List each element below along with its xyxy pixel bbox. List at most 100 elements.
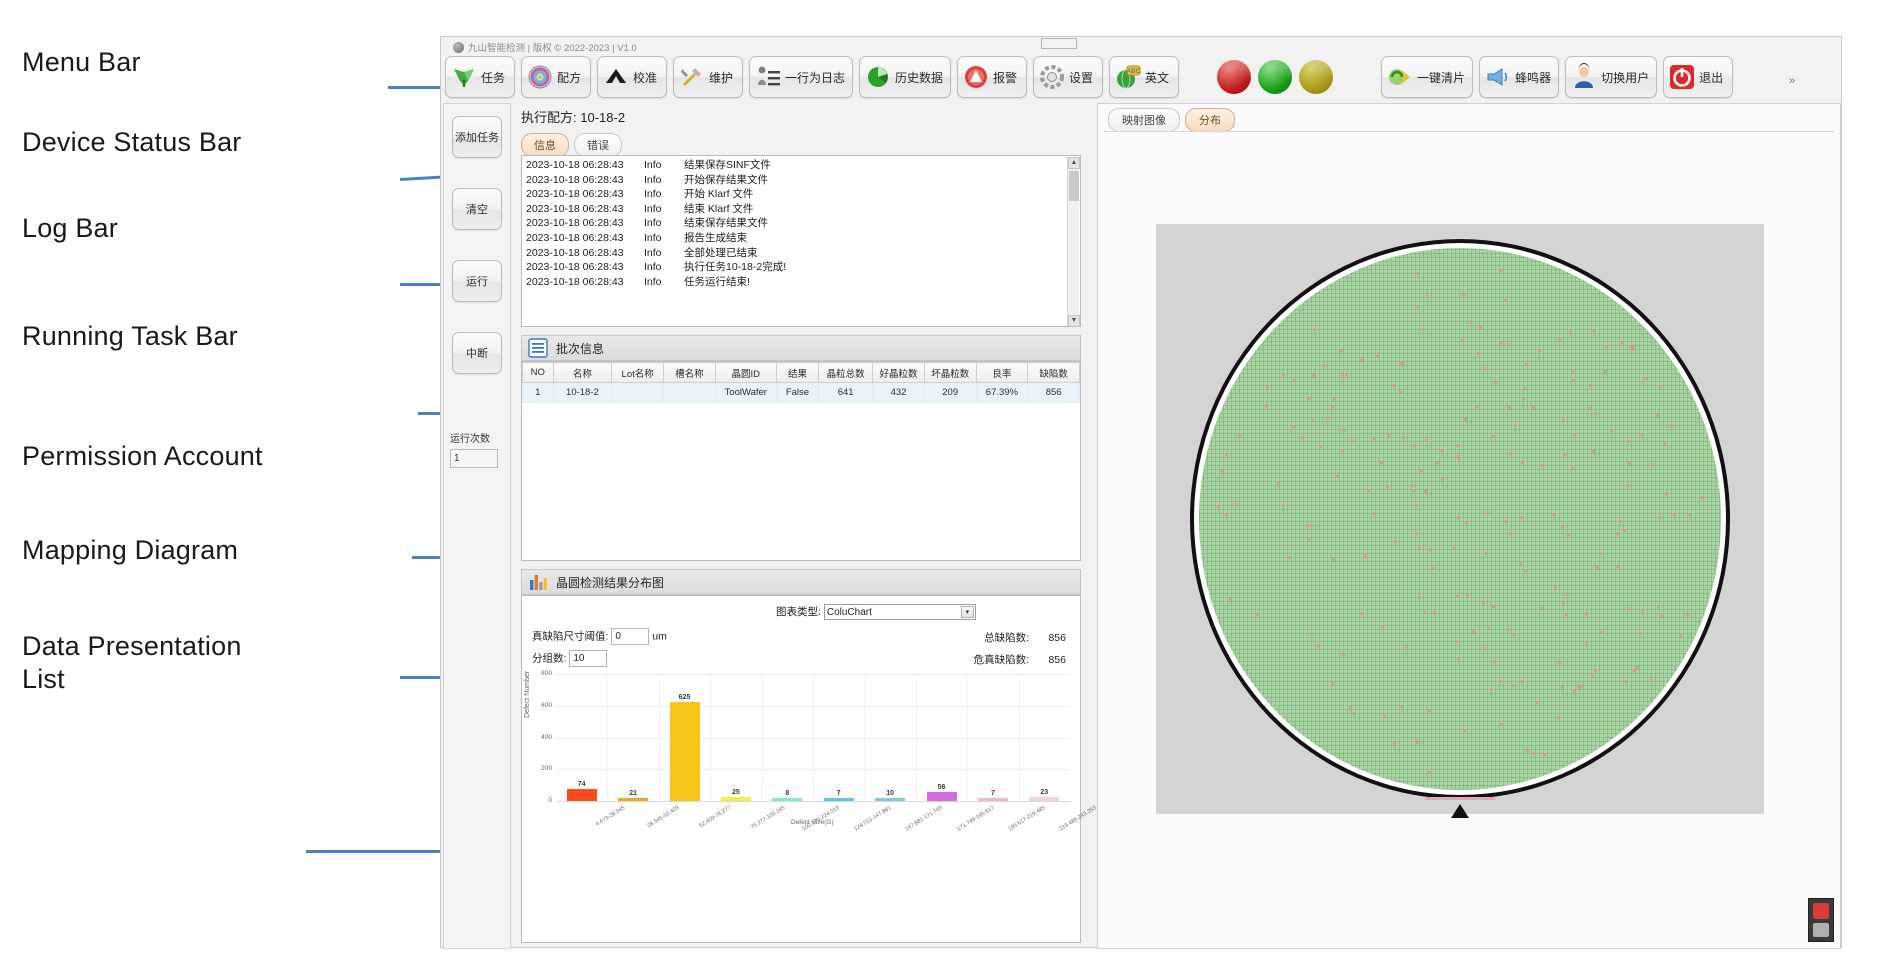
chart-bar[interactable]: 625 xyxy=(669,694,700,801)
interrupt-button[interactable]: 中断 xyxy=(452,332,502,374)
group-count-label: 分组数: xyxy=(532,652,567,665)
real-defects-value: 856 xyxy=(1048,654,1066,666)
device-indicator-widget[interactable] xyxy=(1808,898,1834,942)
status-lamp-yellow[interactable] xyxy=(1299,60,1334,94)
data-presentation-list[interactable]: NO 名称 Lot名称 槽名称 晶圆ID 结果 晶粒总数 好晶粒数 坏晶粒数 良率 缺陷数 1 10-… xyxy=(521,361,1081,561)
status-lamp-green[interactable] xyxy=(1258,60,1293,94)
chart-bar[interactable]: 23 xyxy=(1029,789,1060,801)
tab-error[interactable]: 错误 xyxy=(574,133,622,157)
wafer-defect-point xyxy=(1484,552,1488,556)
wafer-defect-point xyxy=(1659,614,1663,618)
threshold-input[interactable] xyxy=(611,628,650,645)
toolbar-button-behavior-log[interactable]: 一行为日志 xyxy=(749,56,854,98)
wafer-defect-point xyxy=(1398,390,1402,394)
wafer-defect-point xyxy=(1292,379,1296,383)
wafer-defect-point xyxy=(1519,679,1523,683)
wafer-defect-point xyxy=(1474,405,1478,409)
threshold-label: 真缺陷尺寸阈值: xyxy=(532,630,609,643)
toolbar-button-language[interactable]: ABC 英文 xyxy=(1109,56,1180,98)
scroll-down-icon[interactable]: ▼ xyxy=(1068,315,1080,326)
wafer-defect-point xyxy=(1349,439,1353,443)
tab-mapping-image[interactable]: 映射图像 xyxy=(1108,108,1180,132)
log-tabs: 信息 错误 xyxy=(521,133,622,157)
wafer-defect-point xyxy=(1492,659,1496,663)
chart-bar[interactable]: 56 xyxy=(926,784,957,801)
chart-bar[interactable]: 10 xyxy=(875,790,906,801)
wafer-defect-point xyxy=(1330,682,1334,686)
wafer-defect-point xyxy=(1491,604,1495,608)
wafer-defect-point xyxy=(1422,610,1426,614)
wafer-defect-point xyxy=(1310,632,1314,636)
wafer-defect-point xyxy=(1412,444,1416,448)
toolbar-overflow-mark[interactable]: » xyxy=(1789,75,1795,87)
toolbar-button-maintenance-label: 维护 xyxy=(709,70,734,85)
chart-bar[interactable]: 25 xyxy=(720,789,751,801)
bar-value-label: 7 xyxy=(990,790,995,797)
chart-bar[interactable]: 74 xyxy=(566,781,597,801)
wafer-defect-point xyxy=(1430,566,1434,570)
wafer-map[interactable] xyxy=(1190,239,1730,799)
run-count-input[interactable] xyxy=(450,449,498,468)
wafer-defect-point xyxy=(1476,352,1480,356)
x-gridline xyxy=(967,674,969,803)
wafer-defect-point xyxy=(1382,715,1386,719)
toolbar-button-calibration[interactable]: 校准 xyxy=(597,56,667,98)
chart-bar[interactable]: 8 xyxy=(772,790,803,801)
toolbar-button-maintenance[interactable]: 维护 xyxy=(673,56,743,98)
toolbar-button-one-key-clear[interactable]: 一键清片 xyxy=(1381,56,1474,98)
toolbar-button-task[interactable]: 任务 xyxy=(445,56,515,98)
wafer-defect-point xyxy=(1658,385,1662,389)
log-row: 2023-10-18 06:28:43 Info 任务运行结束! xyxy=(526,275,750,288)
wafer-defect-point xyxy=(1561,685,1565,689)
wafer-defect-point xyxy=(1315,643,1319,647)
buzzer-icon xyxy=(1484,63,1512,91)
wafer-defect-point xyxy=(1565,612,1569,616)
table-row[interactable]: 1 10-18-2 ToolWafer False 641 432 209 67.39% 856 xyxy=(522,382,1080,403)
toolbar-button-history-data[interactable]: 历史数据 xyxy=(859,56,952,98)
wafer-defect-point xyxy=(1644,377,1648,381)
batch-col-header: 晶圆ID xyxy=(714,362,777,383)
tab-distribution[interactable]: 分布 xyxy=(1185,108,1235,132)
chart-bar[interactable]: 7 xyxy=(977,790,1008,801)
brand-text: 九山智能检测 | 版权 © 2022-2023 | V1.0 xyxy=(468,43,637,54)
table-cell: 209 xyxy=(923,382,977,403)
wafer-defect-point xyxy=(1264,404,1268,408)
wafer-defect-point xyxy=(1420,468,1424,472)
chart-bar[interactable]: 21 xyxy=(618,790,649,801)
tab-info[interactable]: 信息 xyxy=(521,133,569,157)
wafer-defect-point xyxy=(1685,614,1689,618)
toolbar-button-one-key-clear-label: 一键清片 xyxy=(1417,70,1466,85)
wafer-defect-point xyxy=(1620,341,1624,345)
wafer-defect-point xyxy=(1599,631,1603,635)
status-lamp-red[interactable] xyxy=(1217,60,1252,94)
scroll-up-icon[interactable]: ▲ xyxy=(1068,157,1080,169)
title-mini-box[interactable] xyxy=(1041,38,1077,49)
clear-button[interactable]: 清空 xyxy=(452,188,502,230)
toolbar-button-switch-user[interactable]: 切换用户 xyxy=(1565,56,1658,98)
wafer-defect-point xyxy=(1456,515,1460,519)
run-button[interactable]: 运行 xyxy=(452,260,502,302)
log-scrollbar[interactable]: ▲ ▼ xyxy=(1067,157,1080,326)
wafer-defect-point xyxy=(1313,328,1317,332)
scroll-thumb[interactable] xyxy=(1069,171,1079,201)
wafer-defect-point xyxy=(1399,704,1403,708)
toolbar-button-alarm[interactable]: 报警 xyxy=(957,56,1028,98)
chart-panel-header: 晶圆检测结果分布图 xyxy=(521,569,1081,595)
toolbar-button-exit[interactable]: 退出 xyxy=(1663,56,1734,98)
wafer-defect-point xyxy=(1256,612,1260,616)
add-task-button[interactable]: 添加任务 xyxy=(452,116,502,158)
threshold-group: 真缺陷尺寸阈值: um xyxy=(532,628,667,645)
chart-bar[interactable]: 7 xyxy=(823,790,854,801)
group-count-input[interactable] xyxy=(569,650,608,667)
device-status-bar xyxy=(1217,60,1334,94)
toolbar-button-settings[interactable]: 设置 xyxy=(1033,56,1104,98)
wafer-stage[interactable] xyxy=(1156,224,1764,818)
toolbar-button-recipe[interactable]: 配方 xyxy=(521,56,591,98)
chevron-down-icon[interactable]: ▾ xyxy=(960,606,974,619)
chart-type-select[interactable]: ColuChart ▾ xyxy=(823,604,976,621)
wafer-defect-point xyxy=(1513,424,1517,428)
switch-user-icon xyxy=(1570,63,1598,91)
wafer-defect-point xyxy=(1440,448,1444,452)
toolbar-button-buzzer[interactable]: 蜂鸣器 xyxy=(1479,56,1560,98)
log-bar[interactable]: 2023-10-18 06:28:43 Info 结果保存SINF文件 2023-10… xyxy=(521,155,1081,327)
